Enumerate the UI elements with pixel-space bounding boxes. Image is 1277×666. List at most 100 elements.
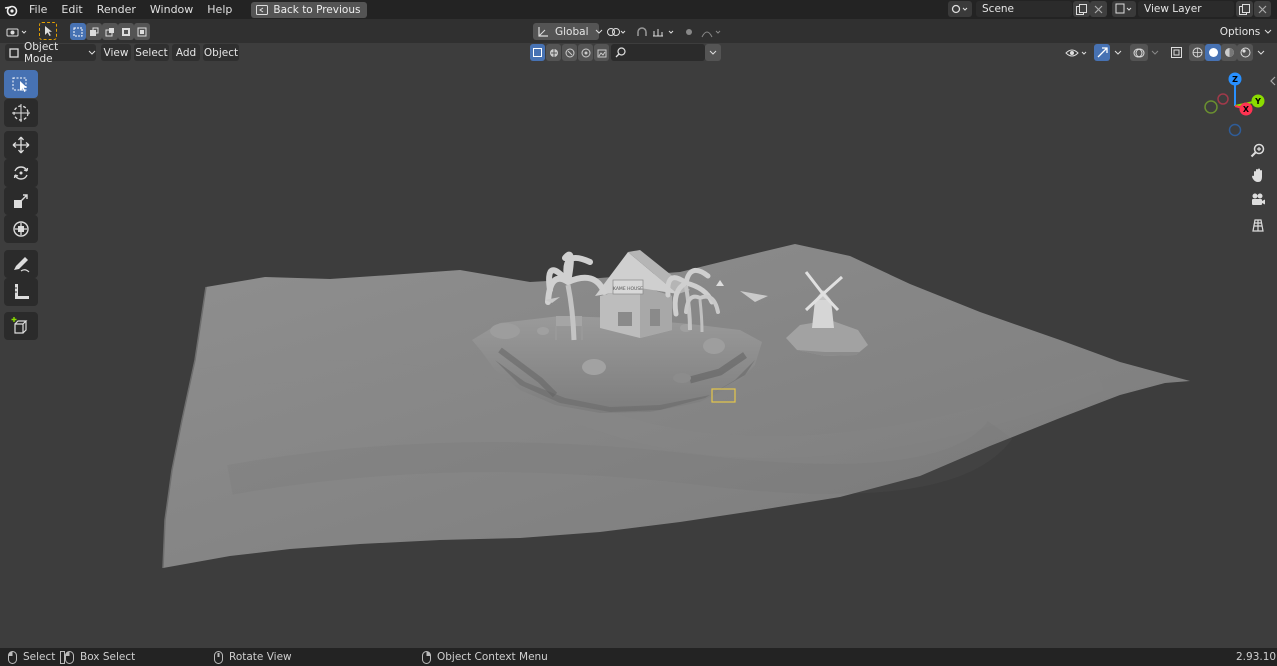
- camera-view-button[interactable]: [1247, 189, 1269, 211]
- shading-rendered-icon[interactable]: [1237, 44, 1253, 61]
- chevron-down-icon: [88, 50, 96, 56]
- tool-move[interactable]: [4, 131, 38, 159]
- tool-transform[interactable]: [4, 215, 38, 243]
- editor-type-icon[interactable]: [5, 23, 31, 40]
- xray-toggle-icon[interactable]: [1168, 44, 1184, 61]
- annotate-icon: [14, 257, 30, 273]
- overlays-toggle-icon[interactable]: [1130, 44, 1148, 61]
- filter-material-icon[interactable]: [546, 44, 561, 61]
- menu-file[interactable]: File: [22, 0, 54, 19]
- shading-wireframe-icon[interactable]: [1189, 44, 1205, 61]
- tool-add-cube[interactable]: [4, 312, 38, 340]
- rock: [582, 359, 606, 375]
- svg-text:Y: Y: [1254, 97, 1261, 106]
- select-mode-invert-icon[interactable]: [118, 23, 134, 40]
- mouse-left-icon: [8, 650, 17, 664]
- active-tool-select-icon[interactable]: [39, 22, 57, 40]
- select-box-icon: [12, 77, 27, 92]
- gizmo-toggle-icon[interactable]: [1094, 44, 1110, 61]
- scale-icon: [14, 194, 28, 208]
- add-cube-icon: [11, 317, 28, 334]
- filter-world-icon[interactable]: [562, 44, 577, 61]
- back-to-previous-label: Back to Previous: [273, 3, 361, 16]
- pivot-point-icon[interactable]: [605, 23, 629, 40]
- filter-texture-icon[interactable]: [578, 44, 593, 61]
- zoom-view-button[interactable]: [1247, 139, 1269, 161]
- status-context-menu: Object Context Menu: [422, 648, 548, 666]
- view-menu[interactable]: View: [101, 44, 131, 61]
- chevron-down-icon: [1264, 29, 1272, 35]
- snap-toggle-icon[interactable]: [634, 23, 650, 40]
- mode-label: Object Mode: [24, 40, 59, 65]
- sidebar-toggle-icon[interactable]: [1268, 74, 1277, 88]
- menu-edit[interactable]: Edit: [54, 0, 89, 19]
- mouse-drag-icon: [60, 650, 74, 664]
- back-icon: [256, 4, 269, 15]
- neg-z-axis-handle: [1228, 123, 1242, 137]
- house-sign: KAME HOUSE: [613, 286, 643, 292]
- hand-icon: [1252, 168, 1262, 182]
- delete-view-layer-icon[interactable]: [1254, 1, 1271, 17]
- tool-measure[interactable]: [4, 278, 38, 306]
- new-view-layer-icon[interactable]: [1236, 1, 1253, 17]
- rock: [703, 338, 725, 354]
- falloff-icon[interactable]: [700, 23, 724, 40]
- shading-material-icon[interactable]: [1221, 44, 1237, 61]
- menu-render[interactable]: Render: [90, 0, 143, 19]
- snap-target-icon[interactable]: [650, 23, 678, 40]
- blender-logo-icon[interactable]: [0, 0, 22, 19]
- status-select: Select: [8, 648, 55, 666]
- viewport-header: Object Mode View Select Add Object: [0, 41, 1277, 65]
- transform-icon: [13, 221, 29, 237]
- transform-orientation-dropdown[interactable]: Global: [533, 23, 602, 40]
- status-bar: Select Box Select Rotate View Object Con…: [0, 648, 1277, 666]
- gizmo-dropdown-icon[interactable]: [1110, 44, 1126, 61]
- tool-cursor[interactable]: [4, 99, 38, 127]
- pan-view-button[interactable]: [1247, 164, 1269, 186]
- svg-text:Z: Z: [1232, 75, 1238, 84]
- status-box-select: Box Select: [60, 648, 135, 666]
- 3d-viewport[interactable]: KAME HOUSE Z Y X: [0, 62, 1277, 648]
- new-scene-icon[interactable]: [1073, 1, 1090, 17]
- grid-icon: [1252, 219, 1264, 232]
- add-menu[interactable]: Add: [172, 44, 200, 61]
- orientation-icon: [537, 26, 549, 38]
- filter-mesh-icon[interactable]: [530, 44, 545, 61]
- scene-selector-icon[interactable]: [948, 1, 972, 17]
- delete-scene-icon[interactable]: [1090, 1, 1107, 17]
- view-layer-name-field[interactable]: View Layer: [1138, 1, 1234, 17]
- perspective-toggle-button[interactable]: [1247, 214, 1269, 236]
- mouse-middle-icon: [214, 650, 223, 664]
- select-mode-subtract-icon[interactable]: [102, 23, 118, 40]
- select-mode-intersect-icon[interactable]: [134, 23, 150, 40]
- select-menu[interactable]: Select: [134, 44, 169, 61]
- scene-name-field[interactable]: Scene: [976, 1, 1072, 17]
- proportional-editing-icon[interactable]: [682, 23, 696, 40]
- overlays-dropdown-icon[interactable]: [1148, 44, 1162, 61]
- mode-dropdown[interactable]: Object Mode: [5, 41, 96, 65]
- view-layer-selector-icon[interactable]: [1112, 1, 1136, 17]
- shading-solid-icon[interactable]: [1205, 44, 1221, 61]
- filter-image-icon[interactable]: [594, 44, 609, 61]
- search-options-icon[interactable]: [705, 44, 721, 61]
- select-mode-new-icon[interactable]: [70, 23, 86, 40]
- shading-dropdown-icon[interactable]: [1254, 44, 1268, 61]
- cursor-icon: [12, 104, 30, 122]
- options-dropdown[interactable]: Options: [1220, 23, 1272, 40]
- search-icon: [615, 47, 626, 58]
- object-menu[interactable]: Object: [203, 44, 239, 61]
- back-to-previous-button[interactable]: Back to Previous: [251, 1, 368, 18]
- menu-window[interactable]: Window: [143, 0, 200, 19]
- tool-scale[interactable]: [4, 187, 38, 215]
- navigation-gizmo[interactable]: Z Y X: [1200, 71, 1270, 141]
- mouse-right-icon: [422, 650, 431, 664]
- tool-rotate[interactable]: [4, 159, 38, 187]
- tool-select-box[interactable]: [4, 70, 38, 98]
- rock: [490, 323, 520, 339]
- tool-annotate[interactable]: [4, 250, 38, 278]
- menu-help[interactable]: Help: [200, 0, 239, 19]
- search-field[interactable]: [611, 44, 705, 61]
- neg-y-axis-handle: [1204, 100, 1218, 114]
- visibility-icon[interactable]: [1063, 44, 1091, 61]
- select-mode-extend-icon[interactable]: [86, 23, 102, 40]
